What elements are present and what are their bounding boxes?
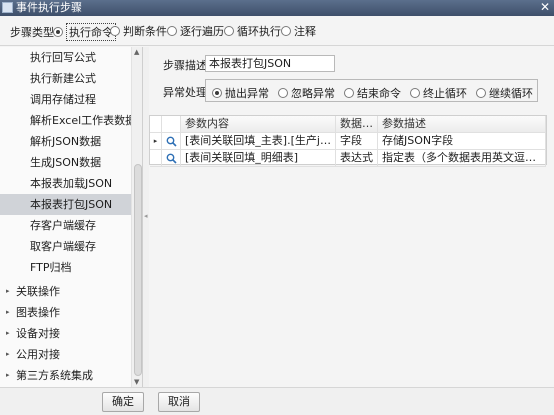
step-type-option-iterate-rows[interactable]: 逐行遍历 (167, 23, 224, 39)
grid-header-row: 参数内容 数据类型 参数描述 (150, 116, 546, 133)
column-header-content[interactable]: 参数内容 (181, 116, 336, 133)
step-desc-label: 步骤描述 (163, 59, 207, 72)
step-detail-panel: 步骤描述 本报表打包JSON 异常处理 抛出异常 忽略异常 结束命令 终止循环 … (149, 47, 554, 387)
step-type-option-condition[interactable]: 判断条件 (110, 23, 167, 39)
step-type-option-comment[interactable]: 注释 (281, 23, 316, 39)
radio-icon (224, 26, 234, 36)
radio-icon (476, 88, 486, 98)
scroll-down-icon[interactable]: ▼ (134, 378, 139, 386)
radio-icon (281, 26, 291, 36)
close-icon[interactable]: ✕ (540, 0, 550, 15)
window-title: 事件执行步骤 (16, 1, 82, 14)
tree-item-parse-json[interactable]: 解析JSON数据 (0, 131, 131, 152)
cancel-button[interactable]: 取消 (158, 392, 200, 412)
error-handling-label: 异常处理 (163, 86, 207, 99)
row-indicator-empty (150, 150, 162, 167)
radio-icon (410, 88, 420, 98)
radio-icon (344, 88, 354, 98)
radio-checked-icon (53, 27, 63, 37)
expand-arrow-icon[interactable]: ▸ (6, 281, 10, 302)
search-icon (166, 136, 177, 147)
tree-scrollbar[interactable]: ▲ ▼ (131, 47, 142, 387)
search-column-header (162, 116, 181, 133)
tree-item-parse-excel[interactable]: 解析Excel工作表数据 (0, 110, 136, 131)
row-indicator-header (150, 116, 162, 133)
error-option-stop-loop[interactable]: 终止循环 (410, 85, 467, 101)
radio-checked-icon (212, 88, 222, 98)
table-row[interactable]: ▸ [表间关联回填_主表].[生产json] 字段 存储JSON字段 (150, 133, 546, 150)
cell-desc[interactable]: 存储JSON字段 (378, 133, 546, 150)
dialog-button-bar: 确定 取消 (0, 387, 554, 415)
step-type-option-loop[interactable]: 循环执行 (224, 23, 281, 39)
radio-icon (167, 26, 177, 36)
command-tree: 执行回写公式 执行新建公式 调用存储过程 解析Excel工作表数据 解析JSON… (0, 47, 143, 387)
param-search-button[interactable] (162, 150, 181, 167)
tree-item-get-client-cache[interactable]: 取客户端缓存 (0, 236, 131, 257)
tree-item-pack-json[interactable]: 本报表打包JSON (0, 194, 131, 215)
step-type-option-command[interactable]: 执行命令 (53, 23, 116, 41)
parameter-grid: 参数内容 数据类型 参数描述 ▸ [表间关联回填_主表].[生产json] 字段… (149, 115, 547, 167)
cell-desc[interactable]: 指定表（多个数据表用英文逗号间隔）为... (378, 150, 546, 167)
tree-item-load-json[interactable]: 本报表加载JSON (0, 173, 131, 194)
tree-group-device[interactable]: ▸ 设备对接 (0, 323, 131, 344)
column-header-type[interactable]: 数据类型 (336, 116, 378, 133)
step-type-label: 步骤类型 (10, 26, 54, 39)
cell-content[interactable]: [表间关联回填_主表].[生产json] (181, 133, 336, 150)
row-indicator-icon: ▸ (150, 133, 162, 150)
app-icon (2, 2, 13, 13)
radio-icon (278, 88, 288, 98)
step-desc-input[interactable]: 本报表打包JSON (205, 55, 335, 72)
step-type-row: 步骤类型 执行命令 判断条件 逐行遍历 循环执行 注释 (0, 16, 554, 46)
scroll-up-icon[interactable]: ▲ (134, 48, 139, 56)
tree-item-ftp-archive[interactable]: FTP归档 (0, 257, 131, 278)
tree-group-chart[interactable]: ▸ 图表操作 (0, 302, 131, 323)
expand-arrow-icon[interactable]: ▸ (6, 365, 10, 386)
error-handling-group: 抛出异常 忽略异常 结束命令 终止循环 继续循环 (205, 79, 538, 102)
tree-group-public[interactable]: ▸ 公用对接 (0, 344, 131, 365)
scrollbar-thumb[interactable] (134, 164, 142, 376)
tree-item-generate-json[interactable]: 生成JSON数据 (0, 152, 131, 173)
ok-button[interactable]: 确定 (102, 392, 144, 412)
cell-content[interactable]: [表间关联回填_明细表] (181, 150, 336, 167)
error-option-continue-loop[interactable]: 继续循环 (476, 85, 533, 101)
expand-arrow-icon[interactable]: ▸ (6, 344, 10, 365)
window-titlebar: 事件执行步骤 ✕ (0, 0, 554, 16)
search-icon (166, 153, 177, 164)
error-option-ignore[interactable]: 忽略异常 (278, 85, 335, 101)
param-search-button[interactable] (162, 133, 181, 150)
table-row[interactable]: [表间关联回填_明细表] 表达式 指定表（多个数据表用英文逗号间隔）为... (150, 150, 546, 167)
error-option-end-command[interactable]: 结束命令 (344, 85, 401, 101)
cell-type[interactable]: 字段 (336, 133, 378, 150)
tree-item-new-formula[interactable]: 执行新建公式 (0, 68, 131, 89)
tree-group-third-party[interactable]: ▸ 第三方系统集成 (0, 365, 131, 386)
expand-arrow-icon[interactable]: ▸ (6, 302, 10, 323)
column-header-desc[interactable]: 参数描述 (378, 116, 546, 133)
splitter-grip-icon[interactable]: ◂ (144, 212, 148, 220)
tree-item-stored-procedure[interactable]: 调用存储过程 (0, 89, 131, 110)
error-option-throw[interactable]: 抛出异常 (212, 85, 269, 101)
cell-type[interactable]: 表达式 (336, 150, 378, 167)
tree-item-save-client-cache[interactable]: 存客户端缓存 (0, 215, 131, 236)
radio-icon (110, 26, 120, 36)
expand-arrow-icon[interactable]: ▸ (6, 323, 10, 344)
tree-group-relation[interactable]: ▸ 关联操作 (0, 281, 131, 302)
tree-item-writeback-formula[interactable]: 执行回写公式 (0, 47, 131, 68)
